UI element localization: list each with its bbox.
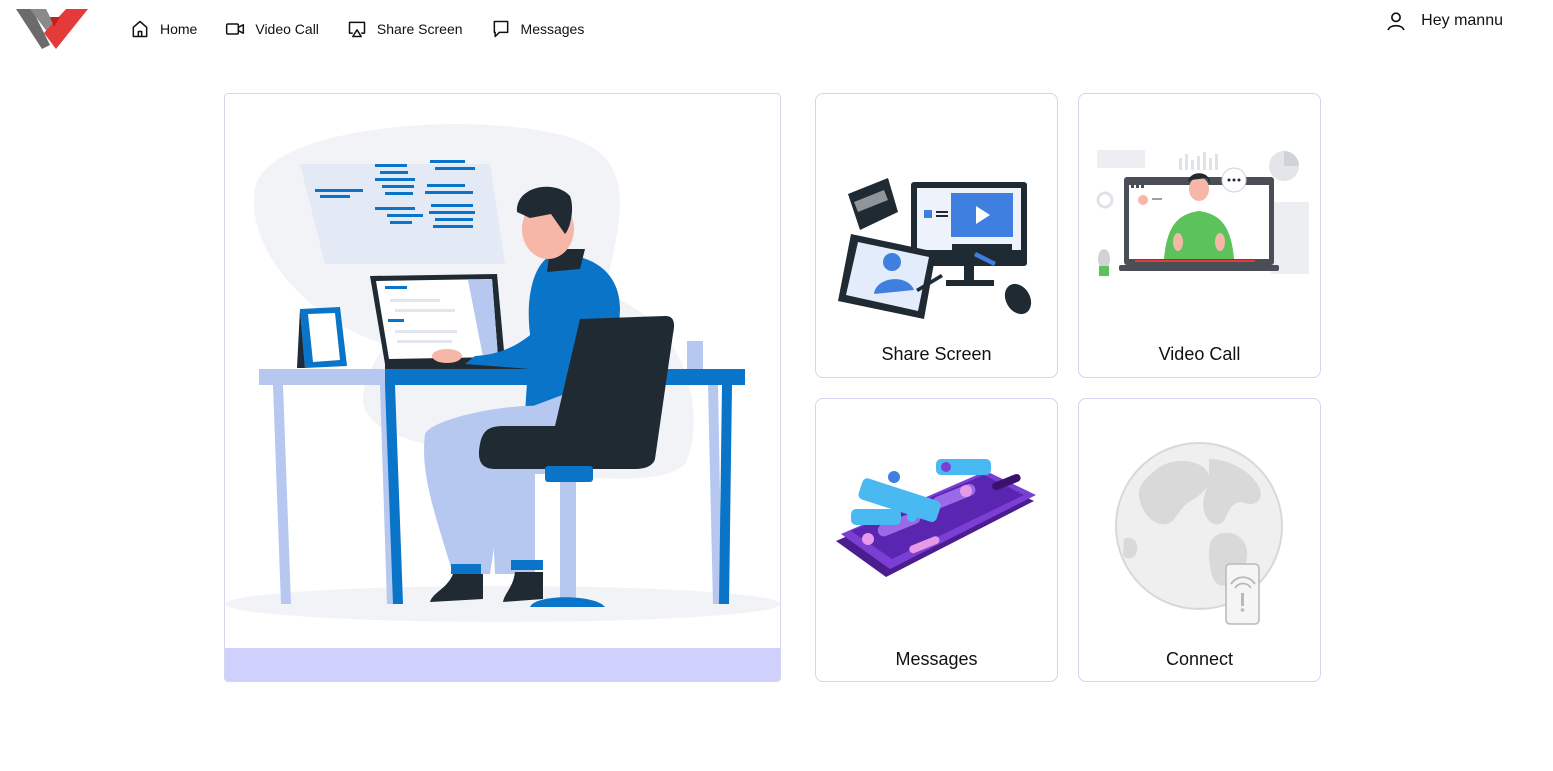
video-call-card-label: Video Call (1158, 344, 1241, 364)
video-camera-icon (226, 23, 245, 35)
connect-globe-illustration (1115, 442, 1283, 625)
user-icon (1387, 12, 1405, 31)
share-screen-card[interactable]: Share Screen (815, 93, 1058, 378)
messages-card[interactable]: Messages (815, 398, 1058, 682)
logo[interactable] (14, 3, 90, 51)
developer-at-desk-illustration (225, 124, 780, 622)
cast-screen-icon (348, 21, 366, 38)
hero-footer-bar (225, 648, 780, 681)
top-nav: Home Video Call Share Screen Messages (130, 15, 612, 43)
nav-video-call[interactable]: Video Call (225, 19, 319, 39)
video-call-illustration (1096, 150, 1309, 276)
nav-home-label: Home (160, 21, 198, 37)
user-greeting: Hey mannu (1421, 12, 1503, 29)
hero-card (224, 93, 781, 682)
nav-messages[interactable]: Messages (491, 19, 585, 39)
nav-share-screen[interactable]: Share Screen (347, 19, 463, 39)
video-call-card[interactable]: Video Call (1078, 93, 1321, 378)
connect-card[interactable]: Connect (1078, 398, 1321, 682)
messages-illustration (836, 459, 1036, 577)
home-icon (132, 20, 148, 38)
nav-video-call-label: Video Call (255, 21, 319, 37)
user-menu[interactable]: Hey mannu (1385, 10, 1503, 32)
message-bubble-icon (493, 20, 508, 38)
share-screen-card-label: Share Screen (881, 344, 992, 364)
share-screen-illustration (838, 178, 1032, 319)
nav-share-screen-label: Share Screen (376, 21, 463, 37)
nav-messages-label: Messages (520, 21, 585, 37)
messages-card-label: Messages (895, 649, 978, 669)
connect-card-label: Connect (1165, 649, 1234, 669)
nav-home[interactable]: Home (130, 19, 197, 39)
